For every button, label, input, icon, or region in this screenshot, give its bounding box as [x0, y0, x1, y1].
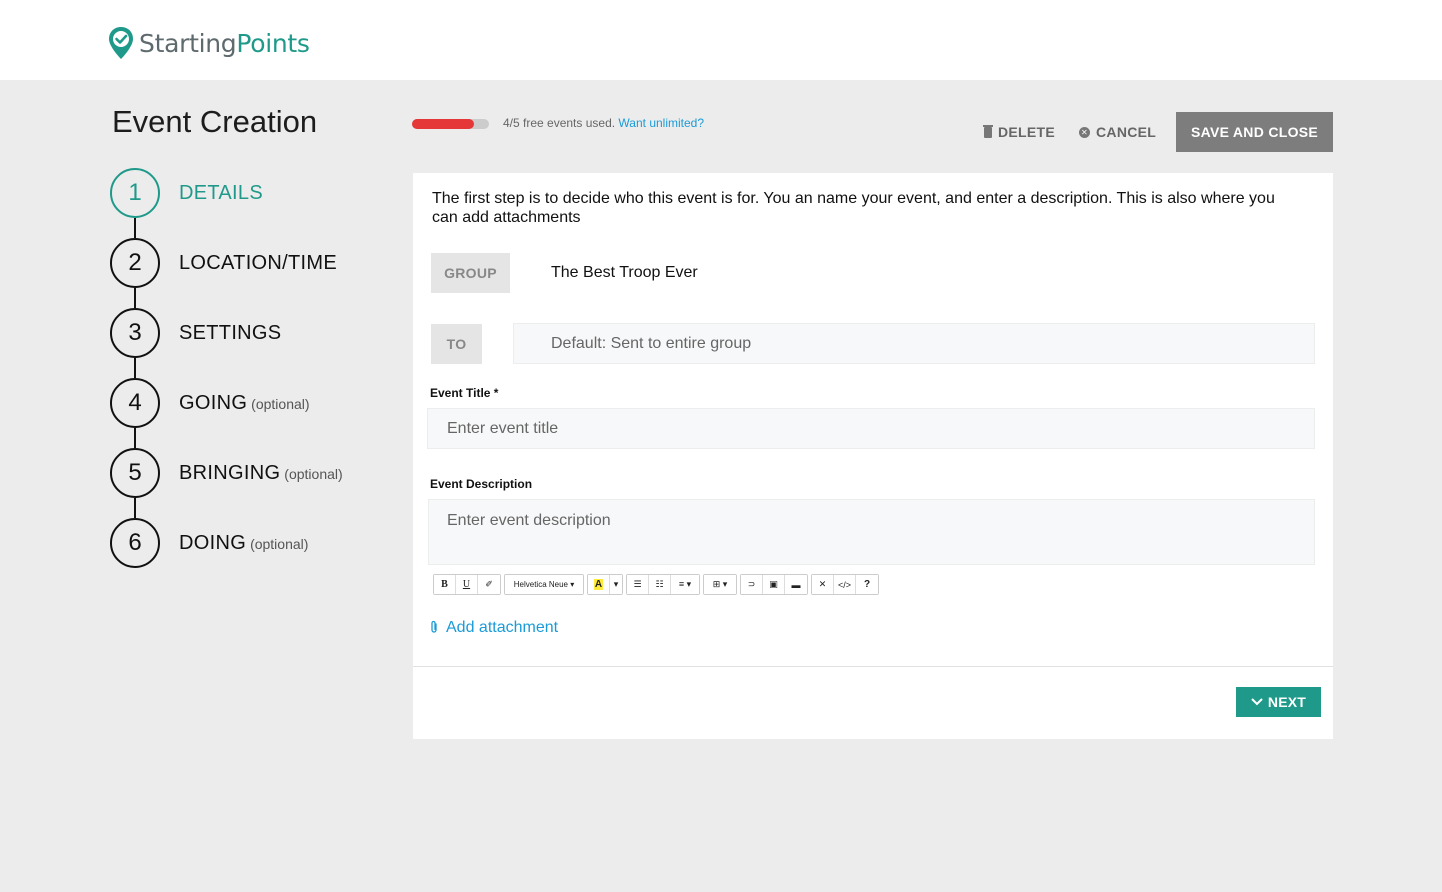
toolbar-group-table: ⊞ ▾ [703, 574, 737, 595]
step-connector [134, 358, 136, 378]
step-settings[interactable]: 3 SETTINGS [110, 308, 281, 358]
step-number: 2 [110, 238, 160, 288]
step-number: 6 [110, 518, 160, 568]
toolbar-group-font: Helvetica Neue ▾ [504, 574, 584, 595]
step-details[interactable]: 1 DETAILS [110, 168, 263, 218]
optional-tag: (optional) [251, 395, 310, 412]
align-dropdown-icon[interactable]: ≡ ▾ [671, 575, 699, 594]
step-label: GOING (optional) [179, 391, 310, 414]
to-tag: TO [431, 324, 482, 364]
fullscreen-icon[interactable]: ✕ [812, 575, 834, 594]
logo-text: StartingPoints [139, 28, 310, 58]
numbered-list-icon[interactable]: ☷ [649, 575, 671, 594]
eraser-icon[interactable]: ✐ [478, 575, 500, 594]
bold-button[interactable]: B [434, 575, 456, 594]
step-doing[interactable]: 6 DOING (optional) [110, 518, 308, 568]
step-connector [134, 218, 136, 238]
top-bar: StartingPoints [0, 0, 1442, 80]
video-icon[interactable]: ▬ [785, 575, 807, 594]
step-number: 1 [110, 168, 160, 218]
intro-text: The first step is to decide who this eve… [432, 190, 1275, 226]
logo[interactable]: StartingPoints [108, 26, 310, 60]
toolbar-group-insert: ⊃ ▣ ▬ [740, 574, 808, 595]
step-label: SETTINGS [179, 321, 282, 344]
optional-tag: (optional) [250, 535, 309, 552]
trash-icon [983, 124, 993, 138]
usage-progress-bar [412, 119, 489, 129]
event-description-input[interactable]: Enter event description [428, 499, 1315, 565]
step-label: LOCATION/TIME [179, 251, 337, 274]
step-number: 3 [110, 308, 160, 358]
page-title: Event Creation [112, 104, 318, 139]
paperclip-icon [430, 620, 438, 637]
step-label: DOING (optional) [179, 531, 309, 554]
highlight-color-button[interactable]: A [588, 575, 610, 594]
step-number: 5 [110, 448, 160, 498]
toolbar-group-style: B U ✐ [433, 574, 501, 595]
optional-tag: (optional) [284, 465, 343, 482]
font-family-dropdown[interactable]: Helvetica Neue ▾ [505, 575, 583, 594]
link-icon[interactable]: ⊃ [741, 575, 763, 594]
image-icon[interactable]: ▣ [763, 575, 785, 594]
location-check-icon [109, 27, 133, 59]
close-circle-icon: ✕ [1079, 126, 1090, 138]
card-divider [413, 666, 1333, 667]
toolbar-group-color: A ▾ [587, 574, 623, 595]
step-location-time[interactable]: 2 LOCATION/TIME [110, 238, 337, 288]
save-and-close-button[interactable]: SAVE AND CLOSE [1176, 112, 1333, 152]
color-dropdown-icon[interactable]: ▾ [610, 575, 622, 594]
add-attachment-link[interactable]: Add attachment [430, 619, 558, 637]
step-connector [134, 288, 136, 308]
event-title-input[interactable]: Enter event title [427, 408, 1315, 449]
details-card: The first step is to decide who this eve… [413, 173, 1333, 739]
underline-button[interactable]: U [456, 575, 478, 594]
step-going[interactable]: 4 GOING (optional) [110, 378, 310, 428]
group-value: The Best Troop Ever [551, 264, 698, 281]
bullet-list-icon[interactable]: ☰ [627, 575, 649, 594]
code-view-icon[interactable]: </> [834, 575, 857, 594]
toolbar-group-para: ☰ ☷ ≡ ▾ [626, 574, 700, 595]
usage-text: 4/5 free events used. Want unlimited? [503, 116, 705, 130]
next-button[interactable]: NEXT [1236, 687, 1321, 717]
step-connector [134, 428, 136, 448]
usage-progress-fill [412, 119, 474, 129]
table-dropdown-icon[interactable]: ⊞ ▾ [704, 575, 736, 594]
step-number: 4 [110, 378, 160, 428]
chevron-down-icon [1251, 695, 1263, 709]
help-icon[interactable]: ? [856, 575, 879, 594]
step-label: BRINGING (optional) [179, 461, 343, 484]
cancel-button[interactable]: ✕ CANCEL [1079, 124, 1156, 140]
group-tag: GROUP [431, 253, 510, 293]
recipients-input[interactable]: Default: Sent to entire group [513, 323, 1315, 364]
step-label: DETAILS [179, 181, 263, 204]
event-title-label: Event Title * [430, 386, 499, 400]
step-bringing[interactable]: 5 BRINGING (optional) [110, 448, 343, 498]
editor-toolbar: B U ✐ Helvetica Neue ▾ A ▾ ☰ ☷ ≡ ▾ ⊞ ▾ ⊃… [433, 574, 882, 595]
delete-button[interactable]: DELETE [983, 124, 1055, 140]
want-unlimited-link[interactable]: Want unlimited? [618, 116, 704, 130]
step-connector [134, 498, 136, 518]
event-description-label: Event Description [430, 477, 533, 491]
toolbar-group-view: ✕ </> ? [811, 574, 880, 595]
